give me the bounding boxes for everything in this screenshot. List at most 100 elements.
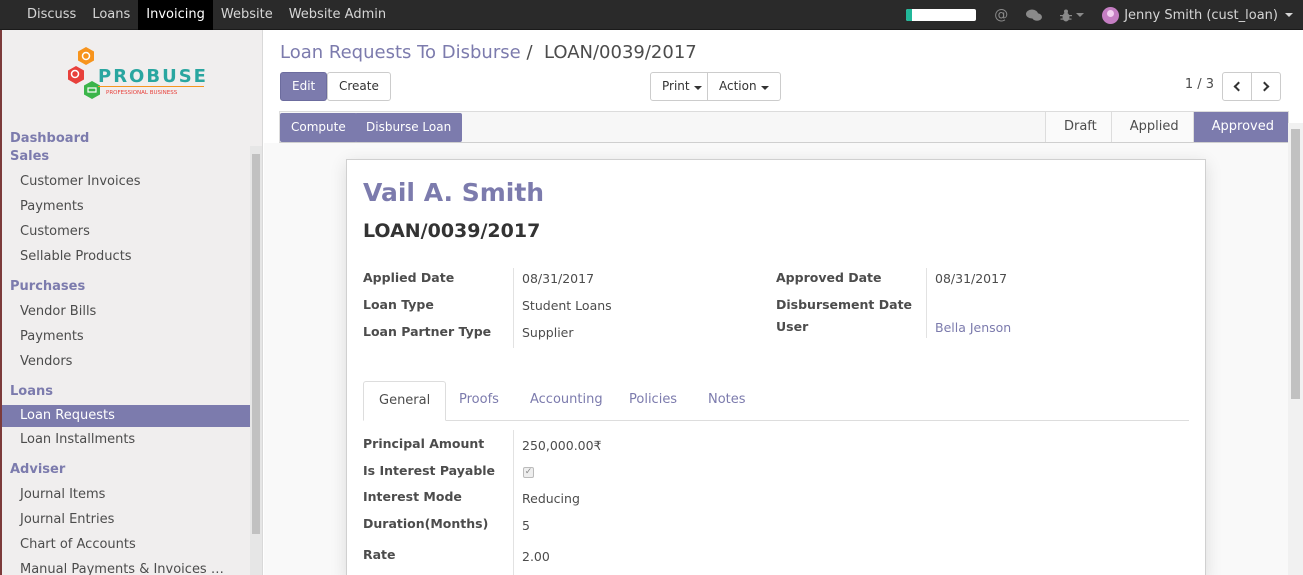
compute-button[interactable]: Compute (280, 113, 357, 142)
user-label: User (776, 319, 809, 334)
user-value[interactable]: Bella Jenson (935, 320, 1011, 335)
sidebar-section-dashboard[interactable]: Dashboard (2, 130, 250, 148)
edit-button[interactable]: Edit (280, 72, 328, 101)
sidebar-item-loan-installments[interactable]: Loan Installments (2, 427, 250, 452)
chevron-down-icon (693, 86, 702, 90)
applied-date-value[interactable]: 08/31/2017 (522, 271, 594, 286)
pager-value[interactable]: 1 / 3 (1185, 77, 1214, 92)
rate-label: Rate (363, 547, 396, 562)
top-navbar: Discuss Loans Invoicing Website Website … (0, 0, 1303, 30)
sidebar-item-payments[interactable]: Payments (2, 194, 250, 219)
create-button[interactable]: Create (327, 72, 391, 101)
loan-partner-type-value[interactable]: Supplier (522, 325, 574, 340)
rate-value[interactable]: 2.00 (522, 549, 550, 564)
app-website-admin[interactable]: Website Admin (281, 0, 394, 30)
user-name: Jenny Smith (cust_loan) (1124, 7, 1278, 23)
progress-bar[interactable] (906, 9, 977, 21)
systray: @ Jenny Smith (cust_loan) (906, 0, 1303, 30)
pager-previous-button[interactable] (1222, 72, 1252, 101)
pager-next-button[interactable] (1251, 72, 1281, 101)
field-divider (513, 430, 514, 575)
sidebar-section-purchases[interactable]: Purchases (2, 278, 250, 296)
chevron-right-icon (1259, 81, 1270, 92)
main-scrollbar[interactable] (1288, 123, 1303, 575)
tab-notes[interactable]: Notes (693, 381, 761, 421)
action-label: Action (719, 79, 757, 93)
is-interest-payable-checkbox[interactable]: ✓ (523, 467, 534, 478)
tab-policies[interactable]: Policies (614, 381, 692, 421)
form-background: Vail A. Smith LOAN/0039/2017 Applied Dat… (264, 143, 1288, 575)
stage-approved[interactable]: Approved (1192, 112, 1288, 142)
stage-applied[interactable]: Applied (1110, 112, 1193, 142)
app-loans[interactable]: Loans (84, 0, 138, 30)
print-dropdown[interactable]: Print (650, 72, 714, 101)
partner-name: Vail A. Smith (363, 178, 545, 207)
sidebar-menu: Dashboard Sales Customer Invoices Paymen… (2, 130, 250, 575)
form-statusbar: Compute Disburse Loan Draft Applied Appr… (279, 111, 1289, 143)
sidebar-item-customer-invoices[interactable]: Customer Invoices (2, 169, 250, 194)
app-website[interactable]: Website (213, 0, 281, 30)
breadcrumb-parent[interactable]: Loan Requests To Disburse (280, 42, 521, 63)
sidebar: PROBUSE PROFESSIONAL BUSINESS Dashboard … (0, 30, 263, 575)
sidebar-item-sellable-products[interactable]: Sellable Products (2, 244, 250, 269)
sidebar-scrollbar[interactable] (250, 146, 262, 575)
principal-amount-value[interactable]: 250,000.00₹ (522, 438, 602, 453)
scrollbar-thumb[interactable] (252, 154, 260, 534)
applied-date-label: Applied Date (363, 270, 455, 285)
sidebar-section-loans[interactable]: Loans (2, 383, 250, 401)
sidebar-item-journal-items[interactable]: Journal Items (2, 482, 250, 507)
notebook-tabs: General Proofs Accounting Policies Notes (363, 381, 1189, 421)
is-interest-payable-label: Is Interest Payable (363, 463, 496, 478)
stage-draft[interactable]: Draft (1044, 112, 1111, 142)
loan-partner-type-label: Loan Partner Type (363, 324, 492, 339)
sidebar-section-adviser[interactable]: Adviser (2, 461, 250, 479)
principal-amount-label: Principal Amount (363, 436, 485, 451)
status-stages: Draft Applied Approved (1044, 112, 1288, 142)
breadcrumb-current: LOAN/0039/2017 (543, 42, 697, 63)
sidebar-item-vendors[interactable]: Vendors (2, 349, 250, 374)
tab-accounting[interactable]: Accounting (515, 381, 618, 421)
chat-icon[interactable] (1026, 9, 1043, 22)
tab-general[interactable]: General (363, 381, 447, 421)
loan-type-value[interactable]: Student Loans (522, 298, 612, 313)
interest-mode-label: Interest Mode (363, 489, 462, 504)
app-menu: Discuss Loans Invoicing Website Website … (19, 0, 394, 30)
sidebar-item-vendor-payments[interactable]: Payments (2, 324, 250, 349)
user-menu[interactable]: Jenny Smith (cust_loan) (1102, 6, 1293, 24)
duration-value[interactable]: 5 (522, 518, 530, 533)
sidebar-section-sales[interactable]: Sales (2, 148, 250, 166)
interest-mode-value[interactable]: Reducing (522, 491, 580, 506)
disburse-loan-button[interactable]: Disburse Loan (355, 113, 463, 142)
breadcrumb: Loan Requests To Disburse / LOAN/0039/20… (280, 42, 697, 63)
sidebar-item-customers[interactable]: Customers (2, 219, 250, 244)
chevron-down-icon (760, 86, 769, 90)
bug-icon[interactable] (1060, 9, 1085, 22)
app-invoicing[interactable]: Invoicing (138, 0, 213, 30)
main-content: Loan Requests To Disburse / LOAN/0039/20… (264, 30, 1303, 575)
app-discuss[interactable]: Discuss (19, 0, 84, 30)
sidebar-item-manual-payments[interactable]: Manual Payments & Invoices … (2, 557, 250, 575)
at-icon[interactable]: @ (994, 7, 1008, 23)
logo-name: PROBUSE (98, 66, 208, 87)
tab-proofs[interactable]: Proofs (444, 381, 514, 421)
breadcrumb-separator: / (526, 42, 533, 63)
print-label: Print (662, 79, 690, 93)
approved-date-label: Approved Date (776, 270, 882, 285)
loan-number: LOAN/0039/2017 (363, 220, 541, 242)
company-logo[interactable]: PROBUSE PROFESSIONAL BUSINESS (64, 44, 214, 116)
field-divider (513, 268, 514, 348)
chevron-left-icon (1233, 81, 1244, 92)
chevron-down-icon (1285, 13, 1293, 17)
sidebar-item-loan-requests[interactable]: Loan Requests (2, 405, 250, 427)
sidebar-item-chart-of-accounts[interactable]: Chart of Accounts (2, 532, 250, 557)
action-dropdown[interactable]: Action (707, 72, 781, 101)
field-divider (926, 268, 927, 338)
sidebar-item-vendor-bills[interactable]: Vendor Bills (2, 299, 250, 324)
sidebar-item-journal-entries[interactable]: Journal Entries (2, 507, 250, 532)
disbursement-date-label: Disbursement Date (776, 297, 913, 312)
chevron-down-icon (1076, 13, 1085, 17)
avatar (1102, 6, 1120, 24)
scrollbar-thumb[interactable] (1291, 129, 1300, 399)
approved-date-value[interactable]: 08/31/2017 (935, 271, 1007, 286)
duration-label: Duration(Months) (363, 516, 489, 531)
